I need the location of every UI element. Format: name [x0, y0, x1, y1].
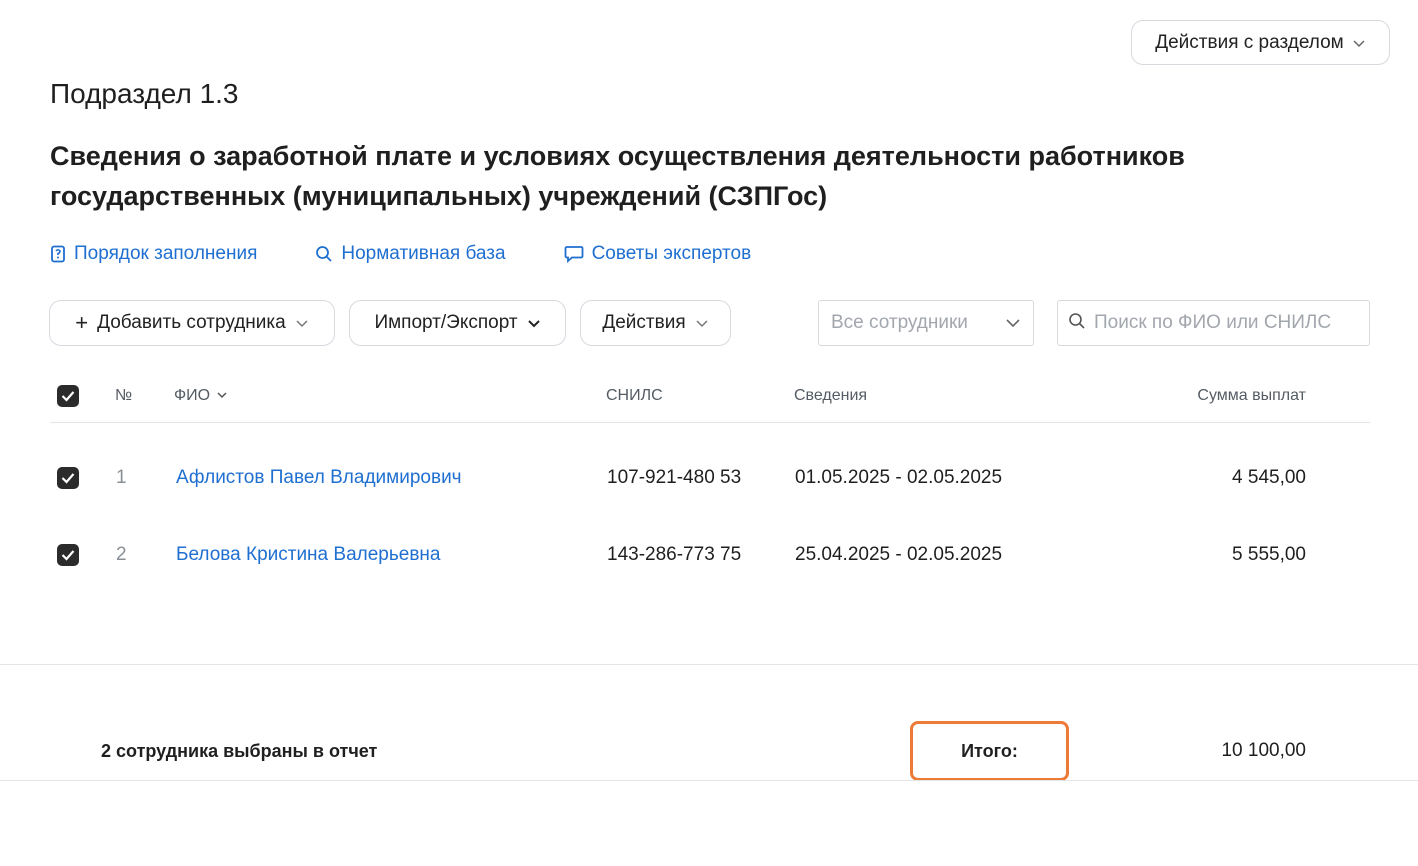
add-employee-label: Добавить сотрудника	[97, 312, 286, 333]
column-header-sum: Сумма выплат	[1197, 387, 1306, 404]
search-icon	[315, 245, 333, 263]
column-header-num: №	[115, 387, 133, 404]
footer-bottom-divider	[0, 780, 1418, 781]
employee-name-link[interactable]: Белова Кристина Валерьевна	[176, 544, 440, 566]
search-icon	[1068, 312, 1086, 335]
total-value: 10 100,00	[1221, 740, 1306, 761]
column-header-fio[interactable]: ФИО	[174, 387, 230, 405]
row-number: 2	[116, 544, 127, 565]
page-title: Сведения о заработной плате и условиях о…	[50, 141, 1185, 211]
help-links: Порядок заполнения Нормативная база Сове…	[50, 243, 809, 265]
column-header-snils: СНИЛС	[606, 387, 663, 404]
row-number: 1	[116, 467, 127, 488]
plus-icon: +	[75, 310, 89, 335]
employee-name-link[interactable]: Афлистов Павел Владимирович	[176, 467, 462, 489]
total-label-highlight: Итого:	[910, 721, 1069, 781]
select-all-checkbox[interactable]	[57, 385, 79, 407]
chat-icon	[564, 245, 584, 263]
section-actions-label: Действия с разделом	[1155, 31, 1344, 53]
subsection-label: Подраздел 1.3	[50, 78, 239, 109]
link-normative-base[interactable]: Нормативная база	[315, 243, 506, 265]
column-header-info: Сведения	[794, 387, 868, 404]
table-header-divider	[50, 422, 1370, 423]
filter-value: Все сотрудники	[831, 312, 968, 333]
import-export-button[interactable]: Импорт/Экспорт	[349, 300, 566, 346]
row-snils: 107-921-480 53	[607, 467, 742, 488]
chevron-down-icon	[216, 389, 230, 403]
row-snils: 143-286-773 75	[607, 544, 742, 565]
add-employee-button[interactable]: + Добавить сотрудника	[49, 300, 335, 346]
row-sum: 5 555,00	[1232, 544, 1306, 565]
selected-count-text: 2 сотрудника выбраны в отчет	[101, 741, 378, 761]
row-period: 25.04.2025 - 02.05.2025	[795, 544, 1003, 565]
footer-top-divider	[0, 664, 1418, 665]
link-fill-order[interactable]: Порядок заполнения	[50, 243, 257, 265]
row-sum: 4 545,00	[1232, 467, 1306, 488]
link-label: Советы экспертов	[591, 243, 752, 264]
actions-button[interactable]: Действия	[580, 300, 731, 346]
checkmark-icon	[61, 550, 75, 561]
chevron-down-icon	[1005, 316, 1020, 330]
link-expert-advice[interactable]: Советы экспертов	[564, 243, 752, 265]
row-checkbox[interactable]	[57, 467, 79, 489]
checkmark-icon	[61, 473, 75, 484]
link-label: Порядок заполнения	[74, 243, 258, 264]
column-header-fio-label: ФИО	[174, 387, 211, 404]
chevron-down-icon	[695, 316, 709, 330]
section-actions-button[interactable]: Действия с разделом	[1131, 20, 1390, 65]
checkmark-icon	[61, 391, 75, 402]
chevron-down-icon	[1352, 36, 1366, 50]
book-icon	[50, 245, 66, 263]
row-period: 01.05.2025 - 02.05.2025	[795, 467, 1003, 488]
chevron-down-icon	[295, 316, 309, 330]
actions-label: Действия	[602, 312, 686, 333]
row-checkbox[interactable]	[57, 544, 79, 566]
import-export-label: Импорт/Экспорт	[374, 312, 518, 333]
employee-filter-select[interactable]: Все сотрудники	[818, 300, 1034, 346]
total-label: Итого:	[961, 740, 1018, 761]
search-box[interactable]	[1057, 300, 1370, 346]
link-label: Нормативная база	[341, 243, 506, 264]
search-input[interactable]	[1094, 312, 1354, 334]
chevron-down-icon	[527, 316, 541, 330]
